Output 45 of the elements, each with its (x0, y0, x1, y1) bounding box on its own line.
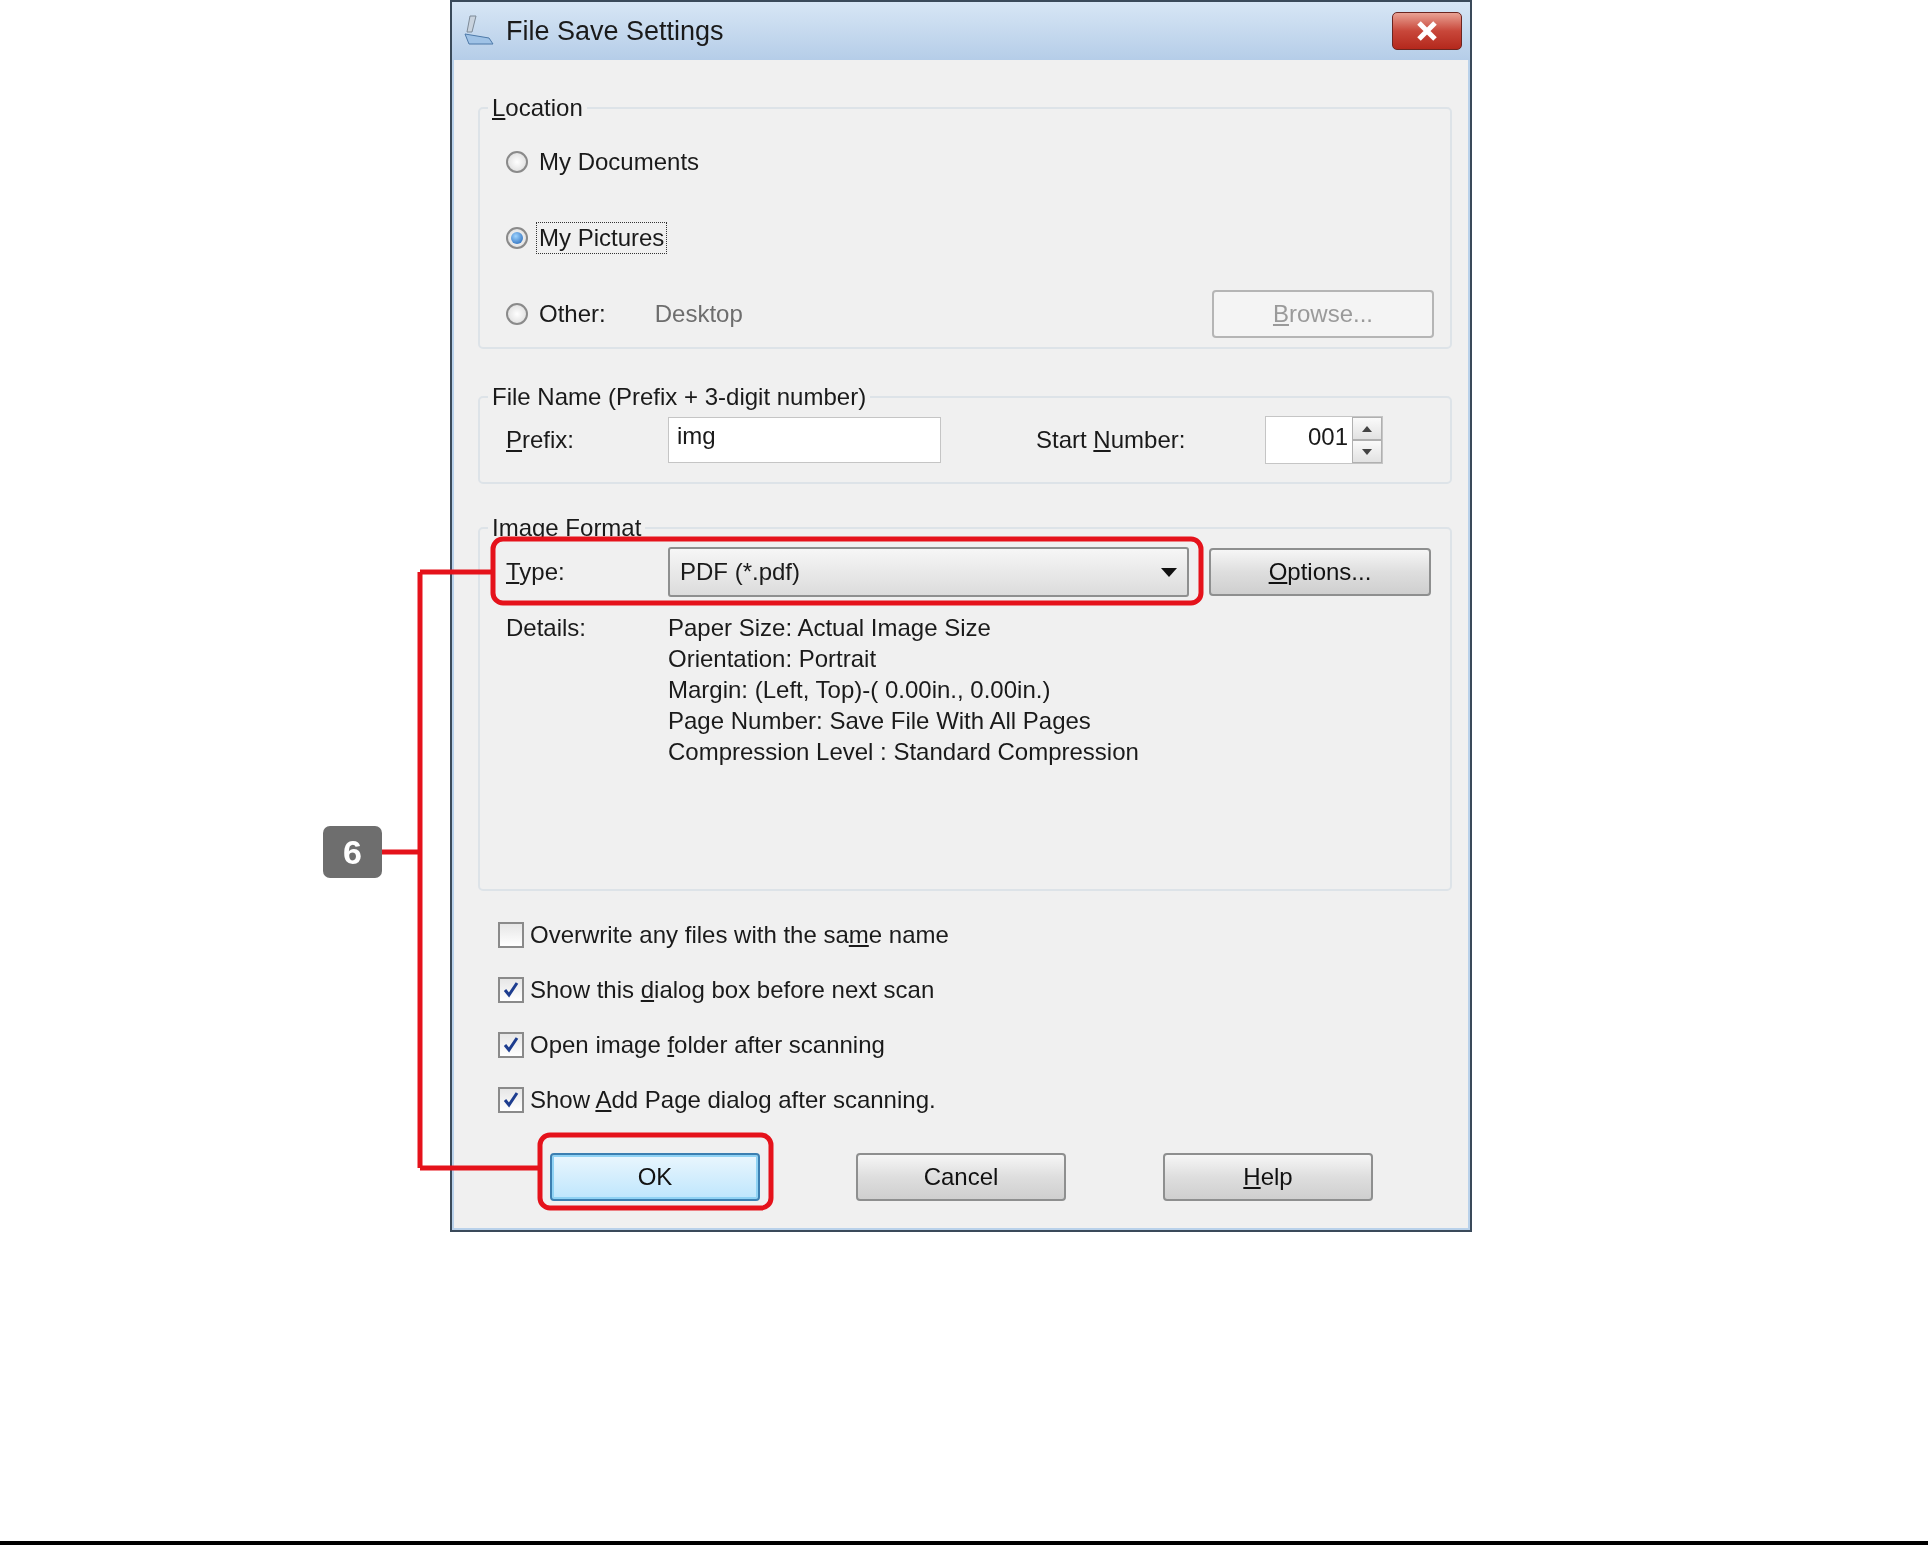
field-label: Details: (506, 613, 588, 643)
group-title: File Name (Prefix + 3-digit number) (491, 383, 868, 411)
radio-label[interactable]: My Documents (536, 146, 703, 178)
dialog-button[interactable]: Cancel (856, 1153, 1066, 1201)
field-label: Type: (506, 558, 566, 586)
group-title: Image Format (491, 514, 643, 542)
checkbox[interactable] (498, 1086, 524, 1113)
type-dropdown[interactable]: PDF (*.pdf) (668, 547, 1189, 597)
step-badge: 6 (323, 826, 382, 878)
group-title: Location (491, 94, 584, 122)
scanner-icon (464, 14, 494, 48)
checkbox-label[interactable]: Open image folder after scanning (530, 1030, 885, 1059)
checkbox[interactable] (498, 1031, 524, 1058)
checkbox-label[interactable]: Show this dialog box before next scan (530, 975, 935, 1004)
dialog-button[interactable]: OK (550, 1153, 760, 1201)
checkmark-icon (502, 1090, 520, 1109)
start-number-spinner[interactable]: 001 (1265, 416, 1383, 464)
detail-text: Paper Size: Actual Image Size (668, 613, 992, 643)
checkbox-label[interactable]: Show Add Page dialog after scanning. (530, 1085, 936, 1114)
caret-icon (1161, 567, 1177, 577)
detail-text: Margin: (Left, Top)-( 0.00in., 0.00in.) (668, 675, 1052, 705)
arrow-down-icon[interactable] (1362, 448, 1372, 455)
detail-text: Page Number: Save File With All Pages (668, 706, 1092, 736)
options-button[interactable]: Options... (1209, 548, 1431, 596)
close-icon (1414, 20, 1440, 42)
checkbox[interactable] (498, 921, 524, 948)
window-title: File Save Settings (506, 15, 725, 47)
radio-label[interactable]: Other: (536, 298, 609, 330)
detail-text: Orientation: Portrait (668, 644, 878, 674)
checkmark-icon (502, 980, 520, 999)
field-label: Prefix: (506, 426, 576, 454)
radio-button[interactable] (506, 303, 528, 325)
detail-text: Compression Level : Standard Compression (668, 737, 1139, 767)
prefix-field[interactable]: img (668, 417, 941, 463)
radio-button[interactable] (506, 151, 528, 173)
arrow-up-icon[interactable] (1362, 425, 1372, 432)
radio-label[interactable]: My Pictures (536, 222, 668, 254)
radio-button[interactable] (506, 227, 528, 249)
folder-path: Desktop (654, 300, 744, 328)
dialog-button[interactable]: Help (1163, 1153, 1373, 1201)
field-label: Start Number: (1036, 426, 1187, 454)
checkbox[interactable] (498, 976, 524, 1003)
checkmark-icon (502, 1035, 520, 1054)
close-button[interactable] (1392, 12, 1462, 50)
checkbox-label[interactable]: Overwrite any files with the same name (530, 920, 949, 949)
